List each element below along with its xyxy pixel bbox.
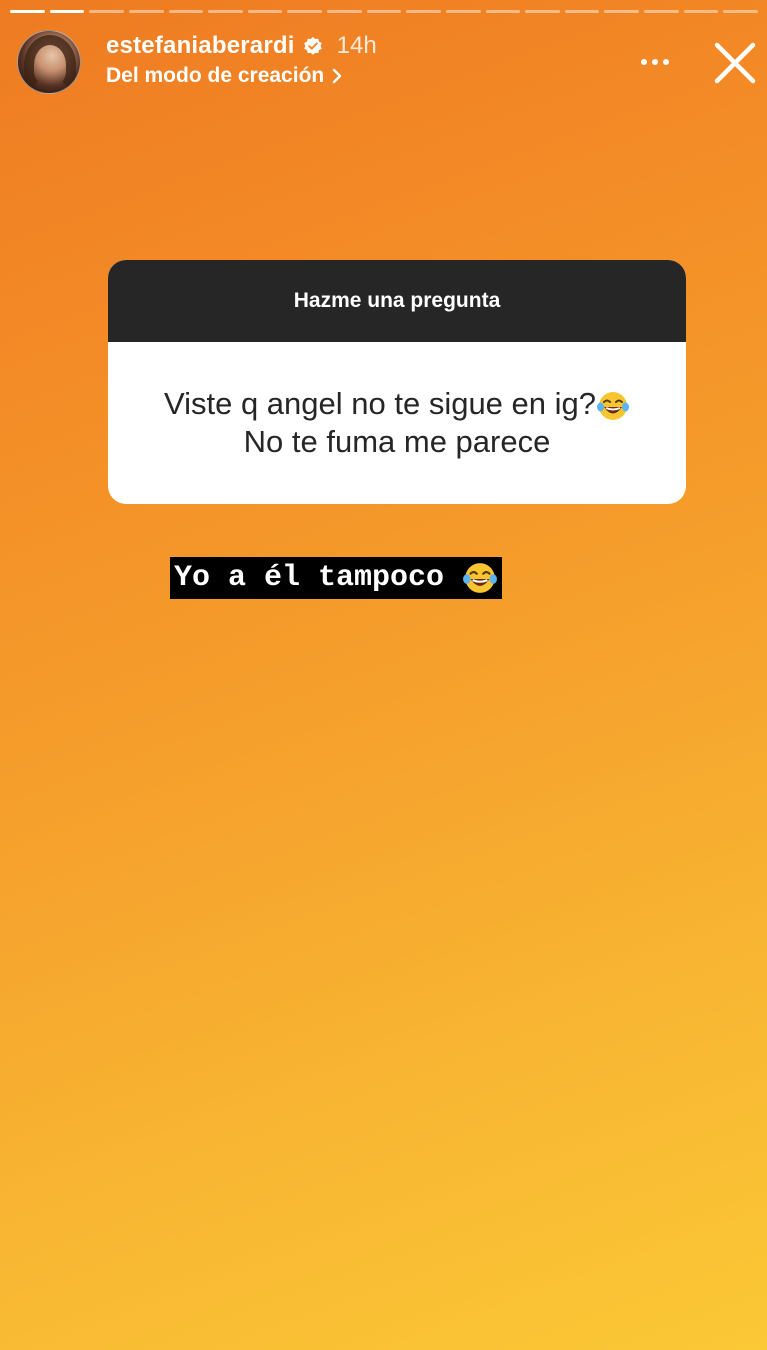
progress-segment bbox=[168, 10, 204, 13]
story-background: estefaniaberardi 14h Del modo de creació… bbox=[0, 0, 767, 1350]
progress-segment bbox=[208, 10, 243, 13]
progress-segment bbox=[644, 10, 679, 13]
laughing-tears-emoji bbox=[597, 391, 630, 420]
post-time: 14h bbox=[336, 32, 377, 59]
creation-mode-link[interactable]: Del modo de creación bbox=[106, 64, 342, 88]
progress-segment bbox=[564, 10, 600, 13]
user-row: estefaniaberardi 14h bbox=[106, 28, 377, 64]
progress-segment bbox=[683, 10, 719, 13]
progress-segment bbox=[247, 10, 283, 13]
progress-segment bbox=[366, 10, 402, 13]
progress-segment bbox=[49, 10, 85, 13]
laughing-tears-emoji bbox=[463, 563, 498, 593]
username[interactable]: estefaniaberardi bbox=[106, 32, 295, 60]
progress-segment bbox=[485, 10, 521, 13]
reply-text: Yo a él tampoco bbox=[174, 561, 445, 595]
progress-segment bbox=[723, 10, 758, 13]
progress-segment bbox=[287, 10, 322, 13]
progress-segment bbox=[445, 10, 481, 13]
reply-text-block: Yo a él tampoco bbox=[170, 557, 503, 599]
progress-segment bbox=[128, 10, 164, 13]
close-icon[interactable] bbox=[712, 40, 758, 86]
avatar[interactable] bbox=[17, 30, 81, 94]
story-progress-bar bbox=[10, 10, 758, 14]
verified-badge-icon bbox=[303, 37, 322, 55]
subtitle-label: Del modo de creación bbox=[106, 64, 325, 87]
progress-segment bbox=[10, 10, 45, 13]
progress-segment bbox=[89, 10, 124, 13]
question-line-1: Viste q angel no te sigue en ig? bbox=[163, 386, 597, 421]
question-text: Viste q angel no te sigue en ig? No te f… bbox=[108, 342, 686, 504]
question-sticker-title: Hazme una pregunta bbox=[108, 260, 686, 342]
progress-segment bbox=[604, 10, 639, 13]
question-line-2: No te fuma me parece bbox=[243, 424, 551, 459]
progress-segment bbox=[525, 10, 560, 13]
progress-segment bbox=[327, 10, 362, 13]
question-sticker[interactable]: Hazme una pregunta Viste q angel no te s… bbox=[108, 260, 686, 504]
progress-segment bbox=[406, 10, 441, 13]
chevron-right-icon bbox=[333, 68, 342, 84]
more-options-icon[interactable] bbox=[637, 50, 673, 74]
